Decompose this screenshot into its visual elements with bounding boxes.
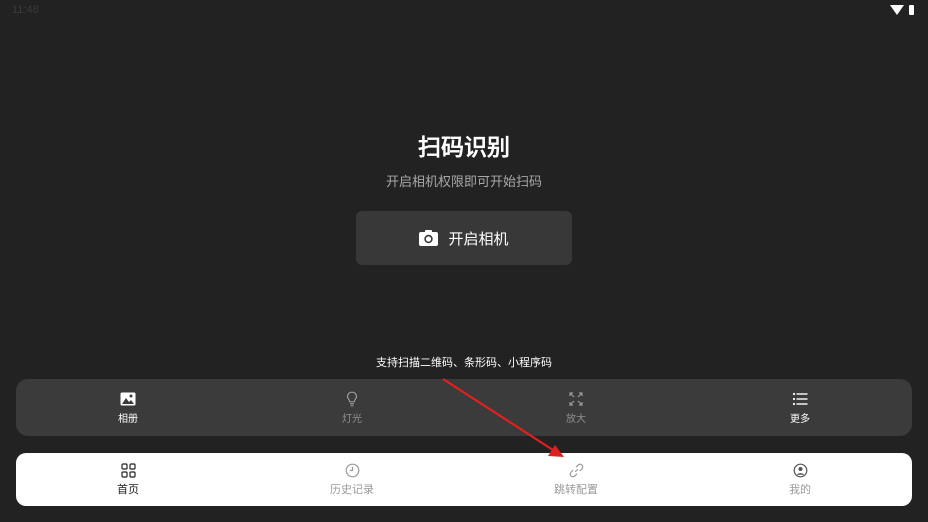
- nav-profile[interactable]: 我的: [688, 453, 912, 506]
- page-title: 扫码识别: [418, 135, 510, 161]
- tool-more[interactable]: 更多: [688, 379, 912, 436]
- link-icon: [569, 463, 583, 477]
- lightbulb-icon: [346, 391, 358, 406]
- user-icon: [793, 463, 807, 477]
- open-camera-button[interactable]: 开启相机: [356, 211, 572, 265]
- tool-zoom-label: 放大: [566, 413, 586, 425]
- nav-history-label: 历史记录: [330, 482, 374, 496]
- list-icon: [792, 392, 808, 405]
- tool-zoom[interactable]: 放大: [464, 379, 688, 436]
- tool-album[interactable]: 相册: [16, 379, 240, 436]
- tool-light[interactable]: 灯光: [240, 379, 464, 436]
- open-camera-label: 开启相机: [448, 229, 509, 248]
- camera-icon: [419, 230, 439, 246]
- support-text: 支持扫描二维码、条形码、小程序码: [376, 356, 552, 369]
- grid-icon: [120, 462, 136, 478]
- bottom-nav: 首页 历史记录 跳转配置 我的: [16, 453, 912, 506]
- nav-history[interactable]: 历史记录: [240, 453, 464, 506]
- clock-icon: [345, 463, 359, 477]
- page-subtitle: 开启相机权限即可开始扫码: [385, 175, 542, 190]
- status-bar: 11:48: [0, 0, 928, 22]
- nav-home-label: 首页: [117, 482, 139, 496]
- image-icon: [120, 392, 136, 405]
- tool-album-label: 相册: [118, 413, 138, 425]
- nav-profile-label: 我的: [789, 482, 811, 496]
- battery-icon: [909, 5, 914, 15]
- expand-icon: [569, 391, 583, 406]
- scan-tool-bar: 相册 灯光 放大 更多: [16, 379, 912, 436]
- tool-more-label: 更多: [790, 413, 810, 425]
- status-icons: [890, 5, 914, 15]
- tool-light-label: 灯光: [342, 413, 362, 425]
- nav-redirect-config[interactable]: 跳转配置: [464, 453, 688, 506]
- nav-home[interactable]: 首页: [16, 453, 240, 506]
- wifi-icon: [890, 5, 904, 15]
- nav-redirect-config-label: 跳转配置: [554, 482, 598, 496]
- status-time: 11:48: [12, 4, 39, 16]
